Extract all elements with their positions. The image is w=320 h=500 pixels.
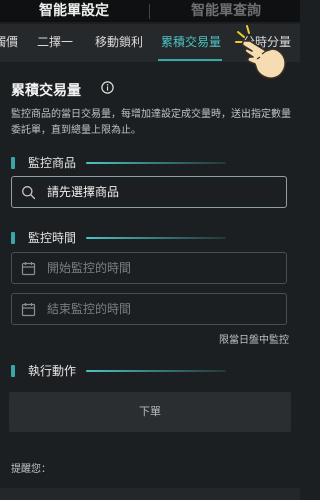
label-accent-bar: [11, 157, 15, 169]
start-time-field[interactable]: 開始監控的時間: [11, 252, 287, 284]
label-underline: [86, 162, 226, 164]
action-label-text: 執行動作: [28, 364, 77, 378]
subtab-either-or[interactable]: 二擇一: [37, 24, 73, 60]
intraday-monitor-note: 限當日盤中監控: [219, 335, 289, 346]
pointing-hand-icon: [235, 25, 286, 79]
monitor-time-label-text: 監控時間: [28, 231, 77, 245]
calendar-icon: [21, 262, 36, 276]
section-description: 監控商品的當日交易量，每增加達設定成交量時，送出指定數量委託單，直到總量上限為止…: [11, 109, 291, 136]
product-search-placeholder: 請先選擇商品: [47, 185, 120, 199]
subtab-trigger-price[interactable]: 觸價: [0, 24, 18, 60]
bottom-panel-edge: [0, 488, 300, 500]
label-accent-bar: [11, 365, 15, 377]
label-underline: [86, 370, 226, 372]
search-icon: [22, 186, 36, 200]
subtab-cumulative-volume[interactable]: 累積交易量: [161, 24, 221, 60]
info-icon[interactable]: [101, 81, 114, 94]
label-underline: [86, 237, 226, 239]
subtab-trailing-stop[interactable]: 移動鎖利: [95, 24, 143, 60]
start-time-placeholder: 開始監控的時間: [47, 261, 132, 275]
active-tab-indicator: [158, 59, 222, 61]
place-order-button[interactable]: 下單: [9, 392, 291, 432]
end-time-placeholder: 結束監控的時間: [47, 302, 132, 316]
end-time-field[interactable]: 結束監控的時間: [11, 293, 287, 325]
product-search-input[interactable]: 請先選擇商品: [11, 176, 287, 208]
top-tab-bar: 智能單設定 智能單查詢: [0, 0, 300, 22]
calendar-icon: [21, 303, 36, 317]
tab-divider: [149, 4, 150, 19]
reminder-label: 提醒您：: [11, 464, 51, 475]
monitor-product-label-text: 監控商品: [28, 156, 77, 170]
tab-smart-order-settings[interactable]: 智能單設定: [0, 0, 148, 22]
tab-smart-order-query[interactable]: 智能單查詢: [152, 0, 300, 22]
label-accent-bar: [11, 232, 15, 244]
section-title: 累積交易量: [11, 83, 81, 99]
